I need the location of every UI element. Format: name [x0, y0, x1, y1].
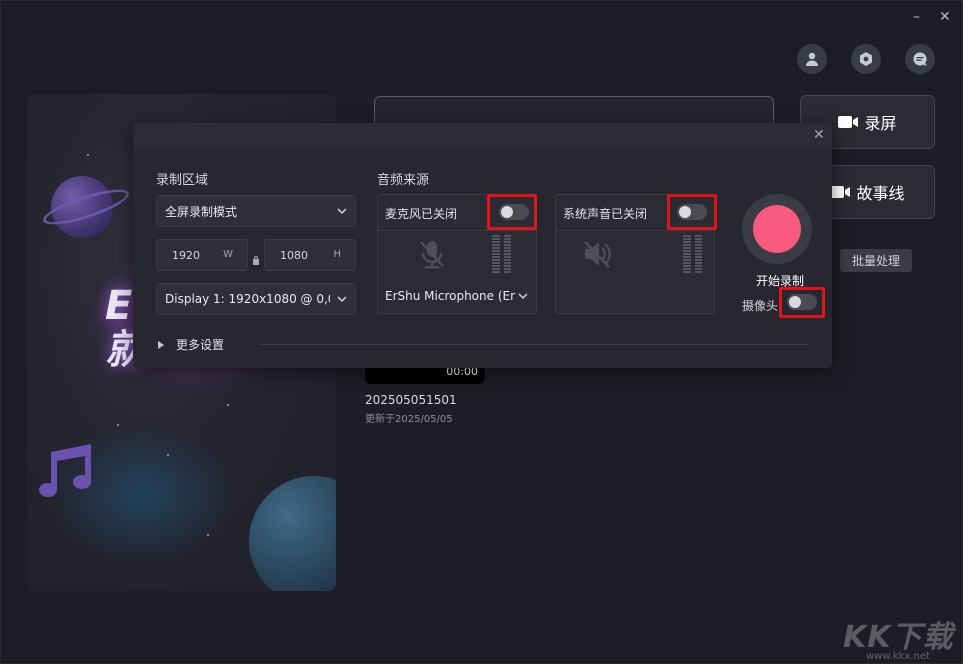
record-dot	[753, 205, 801, 253]
close-window-button[interactable]: ✕	[939, 9, 951, 25]
star	[87, 154, 89, 156]
region-mode-select[interactable]: 全屏录制模式	[156, 195, 356, 227]
camera-label: 摄像头	[742, 299, 779, 313]
chevron-down-icon	[337, 293, 347, 303]
record-screen-label: 录屏	[864, 114, 897, 133]
chevron-down-icon	[337, 205, 347, 215]
star	[207, 534, 209, 536]
system-status-label: 系统声音已关闭	[563, 207, 648, 221]
width-field[interactable]: 1920 W	[156, 239, 248, 271]
region-mode-value: 全屏录制模式	[165, 204, 238, 219]
camera-icon	[838, 116, 859, 128]
feedback-icon[interactable]	[905, 44, 935, 74]
region-title: 录制区域	[156, 173, 209, 188]
camera-icon	[830, 186, 851, 198]
mic-device-value: ErShu Microphone (Er	[385, 289, 516, 303]
divider	[556, 230, 714, 231]
storyline-label: 故事线	[856, 184, 905, 203]
divider	[378, 230, 536, 231]
settings-icon[interactable]	[851, 44, 881, 74]
height-value: 1080	[280, 249, 308, 262]
mic-muted-icon	[418, 239, 446, 269]
watermark-url: www.kkx.net	[866, 651, 930, 662]
star	[117, 424, 119, 426]
system-level-meter	[683, 235, 702, 273]
app-window: – ✕ E 就 录屏 故事线 批量处理 00:00 202505051501 更…	[0, 0, 963, 664]
minimize-button[interactable]: –	[913, 9, 920, 25]
display-value: Display 1: 1920x1080 @ 0,0	[165, 292, 330, 306]
expand-triangle-icon	[158, 340, 164, 349]
display-select[interactable]: Display 1: 1920x1080 @ 0,0	[156, 283, 356, 315]
system-toggle-highlight	[667, 194, 717, 230]
mic-device-select[interactable]: ErShu Microphone (Er	[378, 280, 536, 312]
recording-name[interactable]: 202505051501	[365, 393, 457, 407]
height-field[interactable]: 1080 H	[264, 239, 356, 271]
star	[167, 454, 169, 456]
chevron-down-icon	[518, 290, 528, 304]
music-note-icon	[29, 444, 99, 500]
batch-process-button[interactable]: 批量处理	[840, 249, 912, 272]
more-settings-toggle[interactable]: 更多设置	[158, 336, 224, 353]
width-unit: W	[223, 249, 233, 260]
start-record-button[interactable]	[742, 194, 812, 264]
width-value: 1920	[172, 249, 200, 262]
divider	[259, 344, 809, 345]
dialog-header	[133, 123, 832, 149]
mic-status-label: 麦克风已关闭	[385, 207, 458, 221]
audio-title: 音频来源	[377, 173, 430, 188]
user-icon[interactable]	[797, 44, 827, 74]
more-settings-label: 更多设置	[176, 338, 225, 352]
planet-illustration-2	[249, 476, 336, 591]
star	[227, 404, 229, 406]
recording-updated: 更新于2025/05/05	[365, 414, 453, 425]
height-unit: H	[333, 249, 341, 260]
mic-toggle-highlight	[487, 194, 537, 230]
mic-level-meter	[492, 235, 511, 273]
dialog-close-button[interactable]: ✕	[813, 128, 825, 142]
speaker-muted-icon	[583, 239, 611, 269]
watermark-logo: KK下载	[843, 620, 954, 655]
lock-icon[interactable]	[252, 250, 260, 265]
camera-toggle-highlight	[779, 287, 825, 318]
